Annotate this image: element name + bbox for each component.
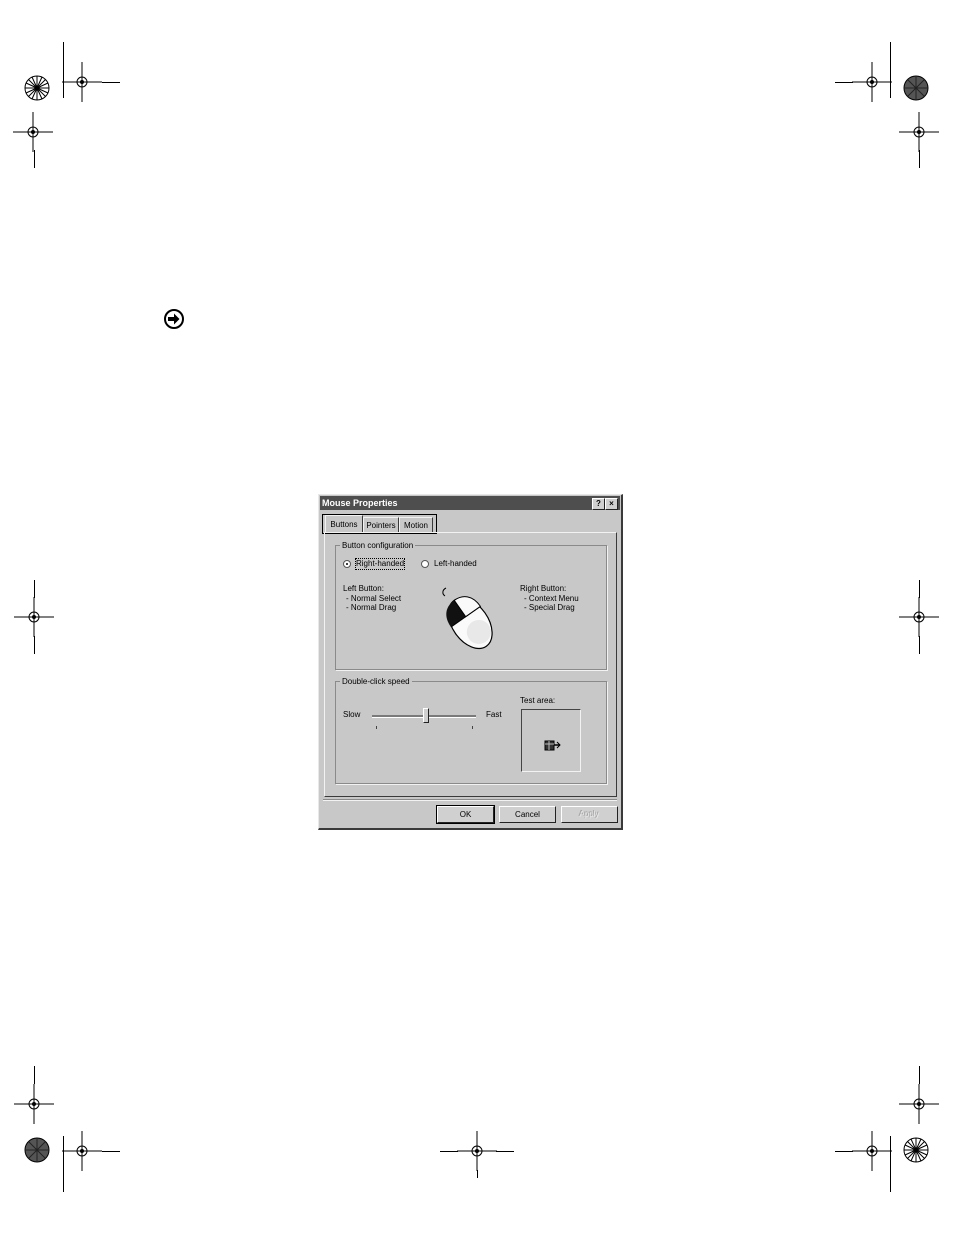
tab-pointers[interactable]: Pointers (363, 517, 399, 532)
tab-panel: Button configuration Right-handed Left-h… (324, 532, 617, 797)
crop-line (102, 1151, 120, 1152)
crop-line (835, 82, 853, 83)
registration-mark-icon (852, 1131, 892, 1171)
crop-line (477, 1170, 478, 1178)
registration-mark-icon (62, 1131, 102, 1171)
title-bar: Mouse Properties ? × (320, 496, 620, 510)
starburst-icon (903, 1137, 929, 1163)
left-handed-radio[interactable] (421, 560, 429, 568)
crop-line (835, 1151, 853, 1152)
group-label: Double-click speed (340, 676, 412, 687)
crop-line (919, 1066, 920, 1084)
crop-line (34, 1066, 35, 1084)
test-area-label: Test area: (520, 696, 556, 705)
left-button-line: - Normal Drag (346, 603, 397, 612)
separator (323, 799, 617, 801)
cancel-button[interactable]: Cancel (499, 806, 556, 823)
registration-mark-icon (14, 1084, 54, 1124)
left-handed-label[interactable]: Left-handed (434, 559, 477, 569)
slider-tick (472, 726, 473, 729)
crop-line (102, 82, 120, 83)
starburst-icon (24, 75, 50, 101)
slow-label: Slow (343, 710, 361, 719)
help-button[interactable]: ? (592, 498, 605, 510)
crop-line (890, 42, 891, 98)
crop-line (496, 1151, 514, 1152)
starburst-icon (24, 1137, 50, 1163)
crop-line (919, 636, 920, 654)
crop-line (34, 150, 35, 168)
ok-button[interactable]: OK (436, 805, 495, 824)
registration-mark-icon (899, 112, 939, 152)
registration-mark-icon (457, 1131, 497, 1171)
right-arrow-icon (163, 308, 185, 335)
registration-mark-icon (899, 597, 939, 637)
mouse-icon (432, 584, 504, 658)
button-configuration-group: Button configuration Right-handed Left-h… (335, 540, 607, 670)
crop-line (440, 1151, 458, 1152)
crop-line (34, 580, 35, 598)
double-click-speed-group: Double-click speed Slow Fast Test area: (335, 676, 607, 784)
left-button-heading: Left Button: (343, 584, 384, 593)
starburst-icon (903, 75, 929, 101)
group-label: Button configuration (340, 540, 416, 551)
crop-line (63, 1136, 64, 1192)
registration-mark-icon (852, 62, 892, 102)
crop-line (919, 580, 920, 598)
registration-mark-icon (13, 112, 53, 152)
crop-line (63, 42, 64, 98)
slider-thumb[interactable] (423, 708, 429, 723)
right-handed-label[interactable]: Right-handed (354, 558, 406, 570)
close-button[interactable]: × (605, 498, 618, 510)
right-button-heading: Right Button: (520, 584, 567, 593)
registration-mark-icon (899, 1084, 939, 1124)
apply-button[interactable]: Apply (561, 806, 618, 823)
tab-buttons[interactable]: Buttons (325, 515, 363, 532)
crop-line (919, 150, 920, 168)
jack-in-the-box-icon[interactable] (544, 738, 562, 754)
fast-label: Fast (486, 710, 502, 719)
right-button-line: - Special Drag (524, 603, 575, 612)
dialog-title: Mouse Properties (322, 498, 398, 508)
registration-mark-icon (62, 62, 102, 102)
crop-line (890, 1136, 891, 1192)
slider-tick (376, 726, 377, 729)
mouse-properties-dialog: Mouse Properties ? × Buttons Pointers Mo… (318, 494, 623, 830)
right-handed-radio[interactable] (343, 560, 351, 568)
registration-mark-icon (14, 597, 54, 637)
test-area[interactable] (521, 709, 581, 772)
tab-motion[interactable]: Motion (399, 517, 433, 532)
crop-line (34, 636, 35, 654)
